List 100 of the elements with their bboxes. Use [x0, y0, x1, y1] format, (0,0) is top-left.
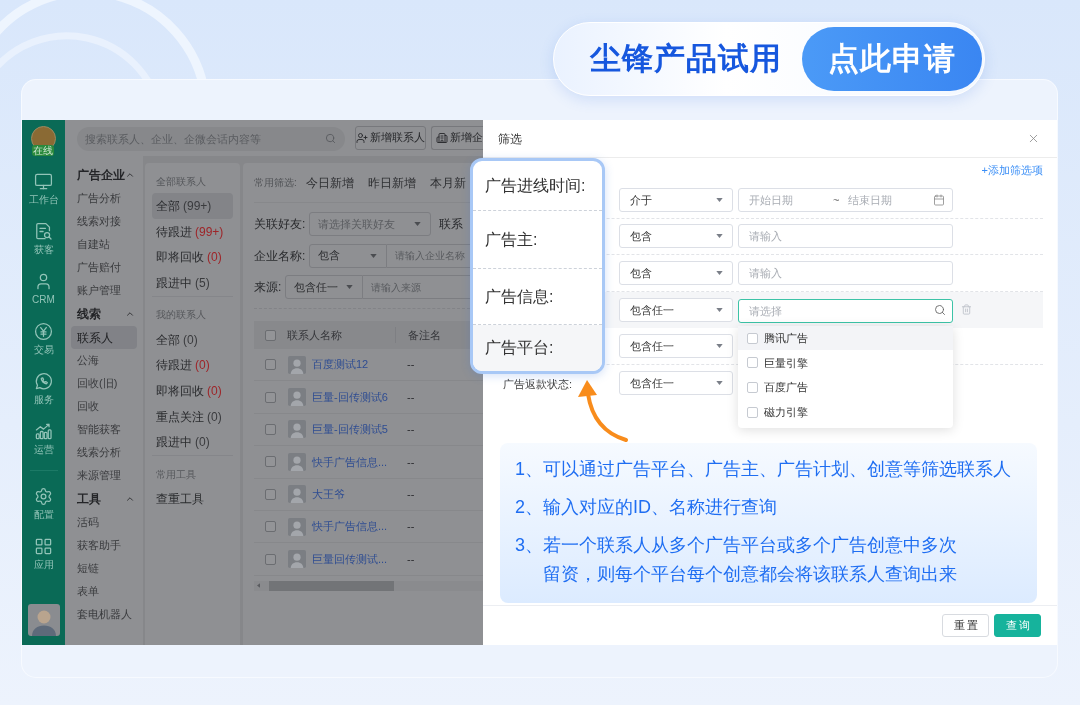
contact-filter-item[interactable]: 全部 (0) — [152, 326, 233, 353]
reset-button[interactable]: 重置 — [942, 614, 989, 637]
nav-group-header[interactable]: 工具 — [65, 487, 143, 511]
contact-filter-item[interactable]: 查重工具 — [152, 486, 233, 512]
quick-filter-option[interactable]: 今日新增 — [305, 173, 354, 192]
nav-item[interactable]: 表单 — [71, 580, 137, 603]
operator-select[interactable]: 包含 — [619, 260, 733, 285]
nav-item[interactable]: 智能获客 — [71, 418, 137, 441]
contact-filter-item[interactable]: 跟进中 (5) — [152, 270, 233, 296]
contact-name-link[interactable]: 巨量-回传测试6 — [312, 388, 388, 406]
contact-filter-item[interactable]: 重点关注 (0) — [152, 403, 233, 430]
sidebar-item[interactable]: 获客 — [22, 213, 65, 263]
avatar-icon[interactable] — [27, 604, 60, 636]
search-icon[interactable] — [325, 132, 336, 144]
contact-filter-item[interactable]: 全部 (99+) — [152, 193, 233, 219]
toolbar-button[interactable]: 新增企 — [431, 126, 483, 150]
contact-name-link[interactable]: 巨量-回传测试5 — [312, 421, 388, 438]
contact-filter-item[interactable]: 跟进中 (0) — [152, 429, 233, 456]
nav-item[interactable]: 回收 — [71, 395, 137, 418]
nav-item[interactable]: 公海 — [71, 349, 137, 372]
calendar-icon[interactable] — [933, 193, 945, 206]
checkbox[interactable] — [747, 357, 758, 369]
caret-icon — [716, 343, 723, 348]
checkbox[interactable] — [747, 381, 758, 393]
nav-item[interactable]: 获客助手 — [71, 534, 137, 557]
close-icon[interactable] — [1027, 132, 1040, 145]
dropdown-option[interactable]: 巨量引擎 — [738, 350, 953, 376]
dropdown-option[interactable]: 腾讯广告 — [738, 325, 953, 351]
operator-select[interactable]: 包含任一 — [619, 297, 733, 322]
contact-name-link[interactable]: 大王爷 — [312, 486, 345, 503]
contact-filter-item[interactable]: 即将回收 (0) — [152, 378, 233, 404]
nav-item[interactable]: 广告分析 — [71, 187, 137, 210]
horizontal-scrollbar[interactable] — [254, 580, 483, 591]
checkbox[interactable] — [265, 329, 276, 341]
contact-filter-item[interactable]: 待跟进 (99+) — [152, 218, 233, 245]
checkbox[interactable] — [265, 553, 276, 565]
date-range-field[interactable]: 开始日期 ~ 结束日期 — [738, 187, 953, 212]
operator-select[interactable]: 介于 — [619, 187, 733, 212]
contact-name-link[interactable]: 快手广告信息... — [312, 518, 388, 535]
operator-select[interactable]: 包含任一 — [619, 333, 733, 358]
chevron-up-icon — [125, 309, 135, 319]
building-icon — [436, 132, 448, 144]
sidebar-item[interactable]: 应用 — [22, 528, 65, 578]
checkbox[interactable] — [265, 456, 276, 468]
trash-icon[interactable] — [961, 304, 972, 316]
callout-label: 广告信息: — [485, 286, 554, 307]
nav-item[interactable]: 套电机器人 — [71, 603, 137, 626]
contact-filter-item[interactable]: 即将回收 (0) — [152, 244, 233, 271]
operator-select[interactable]: 包含 — [619, 224, 733, 249]
yen-coin-icon — [34, 321, 53, 341]
checkbox[interactable] — [265, 359, 276, 371]
nav-item[interactable]: 广告赔付 — [71, 256, 137, 279]
nav-item[interactable]: 活码 — [71, 511, 137, 534]
start-date-input[interactable]: 开始日期 — [749, 191, 833, 208]
quick-filter-option[interactable]: 本月新 — [429, 173, 466, 192]
nav-group-header[interactable]: 广告企业 — [65, 163, 143, 187]
nav-item[interactable]: 线索对接 — [71, 210, 137, 233]
add-filter-link[interactable]: +添加筛选项 — [981, 161, 1043, 179]
sidebar-item[interactable]: 运营 — [22, 413, 65, 463]
contact-filter-item[interactable]: 待跟进 (0) — [152, 352, 233, 379]
contact-name-link[interactable]: 巨量回传测试... — [312, 550, 388, 568]
operator-select[interactable]: 包含任一 — [619, 370, 733, 395]
sidebar-item[interactable]: 服务 — [22, 363, 65, 413]
scroll-left-arrow-icon[interactable] — [257, 583, 260, 589]
contact-name-link[interactable]: 快手广告信息... — [312, 453, 388, 471]
filter-label: 关联好友: — [254, 216, 306, 233]
checkbox[interactable] — [265, 391, 276, 403]
contact-name-link[interactable]: 百度测试12 — [312, 356, 369, 373]
nav-item[interactable]: 线索分析 — [71, 441, 137, 464]
nav-group-header[interactable]: 线索 — [65, 302, 143, 326]
caret-icon — [716, 234, 723, 239]
sidebar-item[interactable]: 工作台 — [22, 163, 65, 213]
end-date-input[interactable]: 结束日期 — [848, 191, 933, 208]
sidebar-item[interactable]: CRM — [22, 263, 65, 313]
operator-select[interactable]: 包含任一 — [285, 275, 364, 299]
scrollbar-thumb[interactable] — [269, 580, 394, 591]
toolbar-button[interactable]: 新增联系人 — [355, 126, 426, 150]
sidebar-item[interactable]: 配置 — [22, 478, 65, 528]
nav-item[interactable]: 回收(旧) — [71, 372, 137, 395]
checkbox[interactable] — [265, 423, 276, 435]
filter-label: 广告返款状态: — [503, 377, 573, 390]
apply-button[interactable]: 点此申请 — [802, 27, 982, 91]
caret-icon — [716, 307, 723, 312]
nav-item[interactable]: 自建站 — [71, 233, 137, 256]
nav-item[interactable]: 账户管理 — [71, 279, 137, 302]
nav-item[interactable]: 短链 — [71, 557, 137, 580]
operator-select[interactable]: 包含 — [309, 243, 388, 268]
checkbox[interactable] — [747, 332, 758, 344]
dropdown-option[interactable]: 百度广告 — [738, 375, 953, 400]
checkbox[interactable] — [265, 488, 276, 500]
submit-button[interactable]: 查询 — [994, 614, 1041, 637]
search-select-field[interactable]: 请选择 — [738, 298, 953, 323]
sidebar-item[interactable]: 交易 — [22, 313, 65, 363]
dropdown-option[interactable]: 磁力引擎 — [738, 399, 953, 425]
checkbox[interactable] — [747, 406, 758, 418]
nav-item[interactable]: 联系人 — [71, 326, 137, 349]
nav-item[interactable]: 来源管理 — [71, 464, 137, 487]
quick-filter-option[interactable]: 昨日新增 — [367, 173, 416, 192]
checkbox[interactable] — [265, 521, 276, 533]
search-icon[interactable] — [934, 303, 946, 316]
